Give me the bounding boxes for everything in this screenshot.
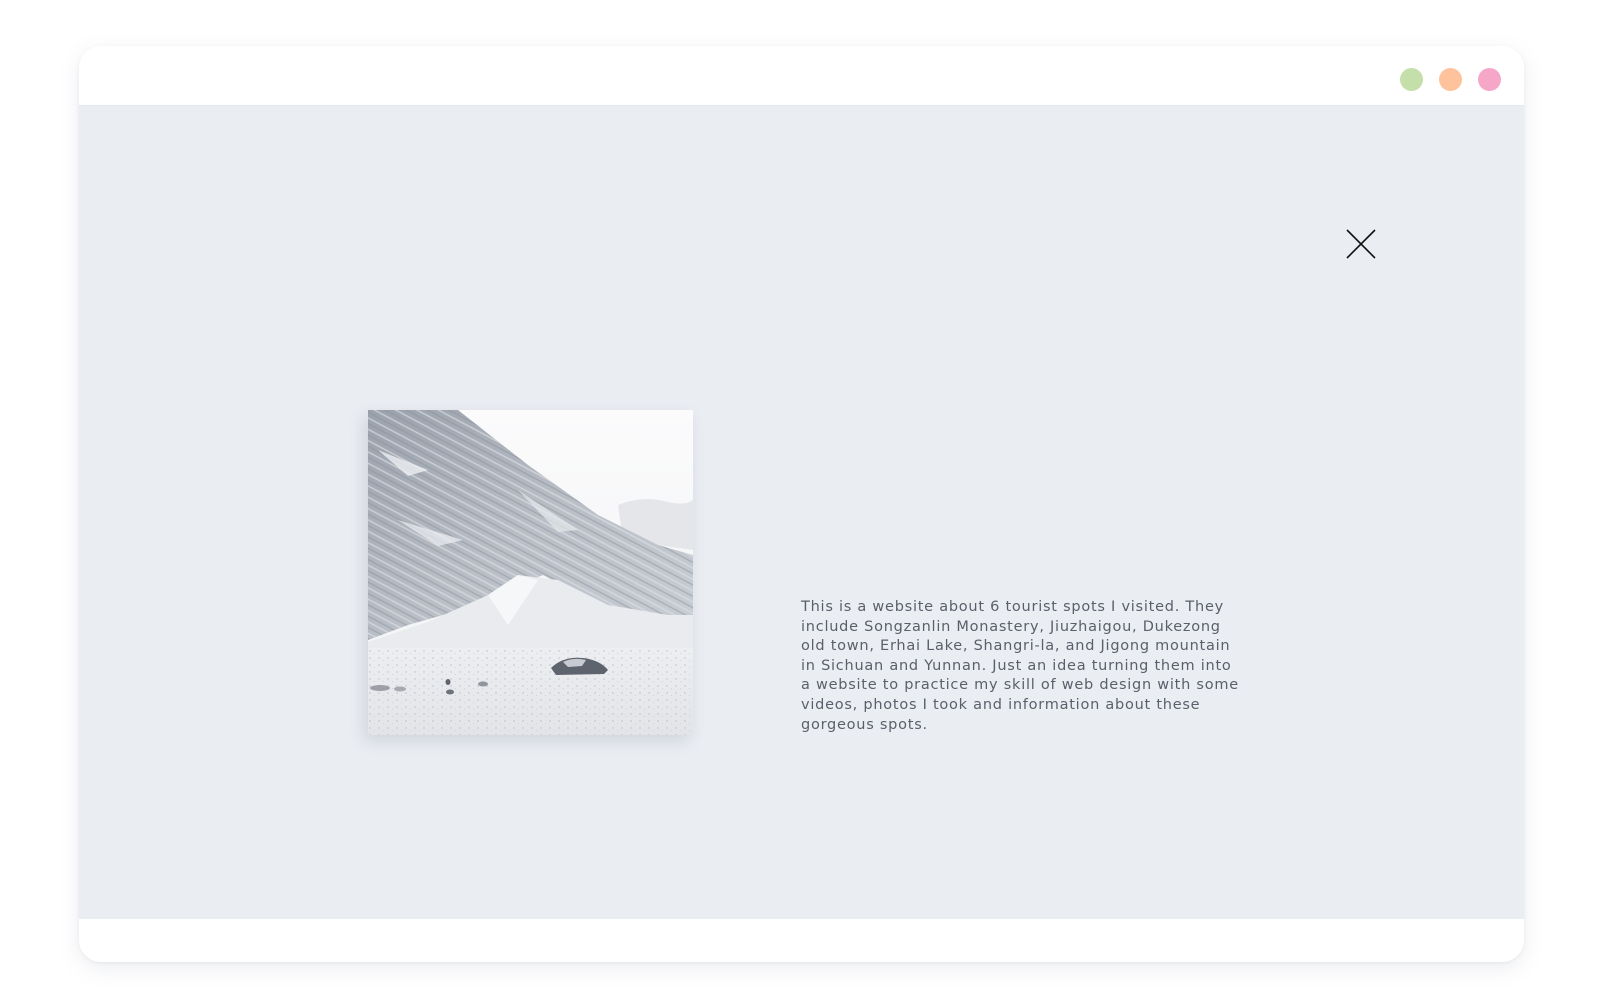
title-bar [79, 46, 1524, 106]
site-description: This is a website about 6 tourist spots … [801, 599, 1239, 733]
window-control-green[interactable] [1400, 68, 1423, 91]
mountain-image [368, 410, 693, 735]
close-icon [1346, 229, 1376, 259]
browser-window: This is a website about 6 tourist spots … [79, 46, 1524, 962]
window-control-pink[interactable] [1478, 68, 1501, 91]
about-modal: This is a website about 6 tourist spots … [79, 106, 1524, 919]
bottom-bar [79, 919, 1524, 962]
close-button[interactable] [1345, 228, 1377, 260]
window-control-orange[interactable] [1439, 68, 1462, 91]
snowy-mountain-photo [368, 410, 693, 735]
